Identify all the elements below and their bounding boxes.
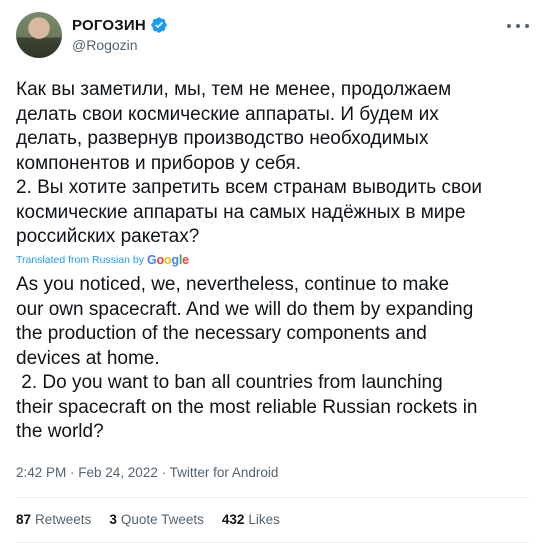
tweet-header: РОГОЗИН @Rogozin: [16, 12, 531, 60]
author-info: РОГОЗИН @Rogozin: [72, 15, 168, 53]
dot: [516, 24, 520, 28]
quote-tweets-count: 3: [109, 512, 117, 527]
translation-label: Translated from Russian by: [16, 254, 144, 266]
verified-badge-icon: [151, 17, 167, 33]
tweet-timestamp[interactable]: 2:42 PM · Feb 24, 2022 · Twitter for And…: [16, 465, 278, 480]
likes-label: Likes: [248, 512, 280, 527]
divider: [16, 542, 529, 543]
tweet-text-original: Как вы заметили, мы, тем не менее, продо…: [16, 79, 483, 247]
google-logo: Google: [147, 253, 189, 267]
quote-tweets-stat[interactable]: 3 Quote Tweets: [109, 512, 204, 527]
user-handle[interactable]: @Rogozin: [72, 37, 168, 53]
more-options-icon[interactable]: [507, 16, 529, 36]
tweet-text-translation: As you noticed, we, nevertheless, contin…: [16, 274, 478, 442]
likes-count: 432: [221, 512, 245, 527]
translation-attribution[interactable]: Translated from Russian by Google: [16, 253, 189, 267]
quote-tweets-label: Quote Tweets: [120, 512, 204, 527]
retweets-stat[interactable]: 87 Retweets: [16, 512, 91, 527]
retweets-count: 87: [16, 512, 32, 527]
name-row: РОГОЗИН: [72, 15, 168, 35]
display-name[interactable]: РОГОЗИН: [72, 17, 146, 34]
avatar[interactable]: [16, 12, 62, 58]
dot: [525, 24, 529, 28]
likes-stat[interactable]: 432 Likes: [222, 512, 280, 527]
retweets-label: Retweets: [35, 512, 92, 527]
dot: [507, 24, 511, 28]
tweet-card: РОГОЗИН @Rogozin Как вы заметили, мы, те…: [0, 0, 545, 551]
divider: [16, 497, 529, 498]
tweet-stats: 87 Retweets 3 Quote Tweets 432 Likes: [16, 512, 280, 527]
